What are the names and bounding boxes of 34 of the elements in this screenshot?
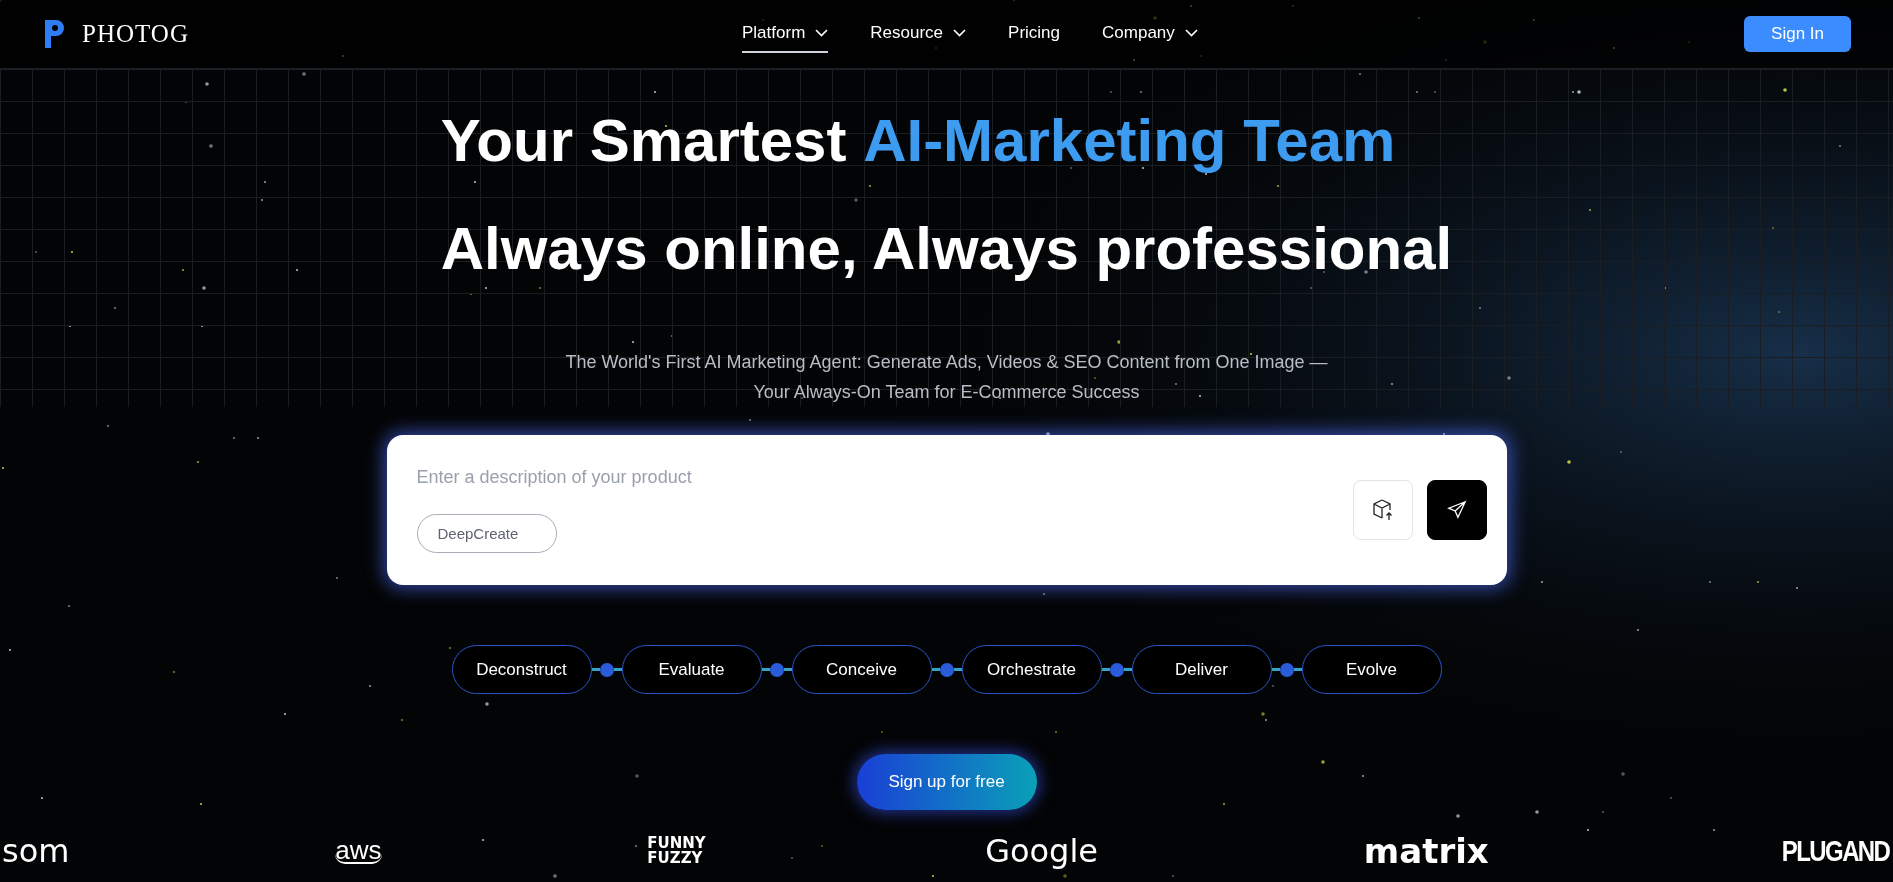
nav-link[interactable]: Company [1102,15,1198,53]
partner-logo: som [2,832,70,870]
connector [931,662,962,677]
connector [1101,662,1132,677]
headline: Always online, Always professional [440,214,1453,284]
step-pill: Evolve [1301,645,1442,694]
step-pill: Deliver [1131,645,1272,694]
chevron-down-icon [953,29,967,37]
step-pill: Evaluate [621,645,762,694]
subtitle: The World's First AI Marketing Agent: Generate Ads, Videos & SEO Content from One Image — [565,351,1328,374]
send-icon [1445,499,1468,521]
connector [761,662,792,677]
partner-logo: FUNNY FUZZY [647,836,707,866]
partner-logo: aws [335,838,382,864]
subtitle: Your Always-On Team for E-Commerce Success [752,381,1141,404]
step-pill: Conceive [791,645,932,694]
upload-button[interactable] [1352,480,1413,540]
connector [1271,662,1302,677]
chevron-down-icon [815,29,829,37]
nav-link[interactable]: Pricing [1008,15,1061,53]
partner-logo: matrix [1363,831,1489,871]
nav-link[interactable]: Platform [742,15,829,53]
step-pill: Deconstruct [451,645,592,694]
brand-name: PHOTOG [82,20,189,48]
partner-logo: Google [985,832,1098,870]
headline: Your Smartest AI-Marketing Team [440,106,1397,176]
send-button[interactable] [1426,480,1487,540]
chevron-down-icon [1184,29,1198,37]
partner-logo: PLUGAND [1781,834,1889,868]
sign-up-button[interactable]: Sign up for free [856,754,1037,810]
step-pill: Orchestrate [961,645,1102,694]
connector [591,662,622,677]
nav-link[interactable]: Resource [870,15,967,53]
mode-chip[interactable]: DeepCreate [416,514,558,553]
